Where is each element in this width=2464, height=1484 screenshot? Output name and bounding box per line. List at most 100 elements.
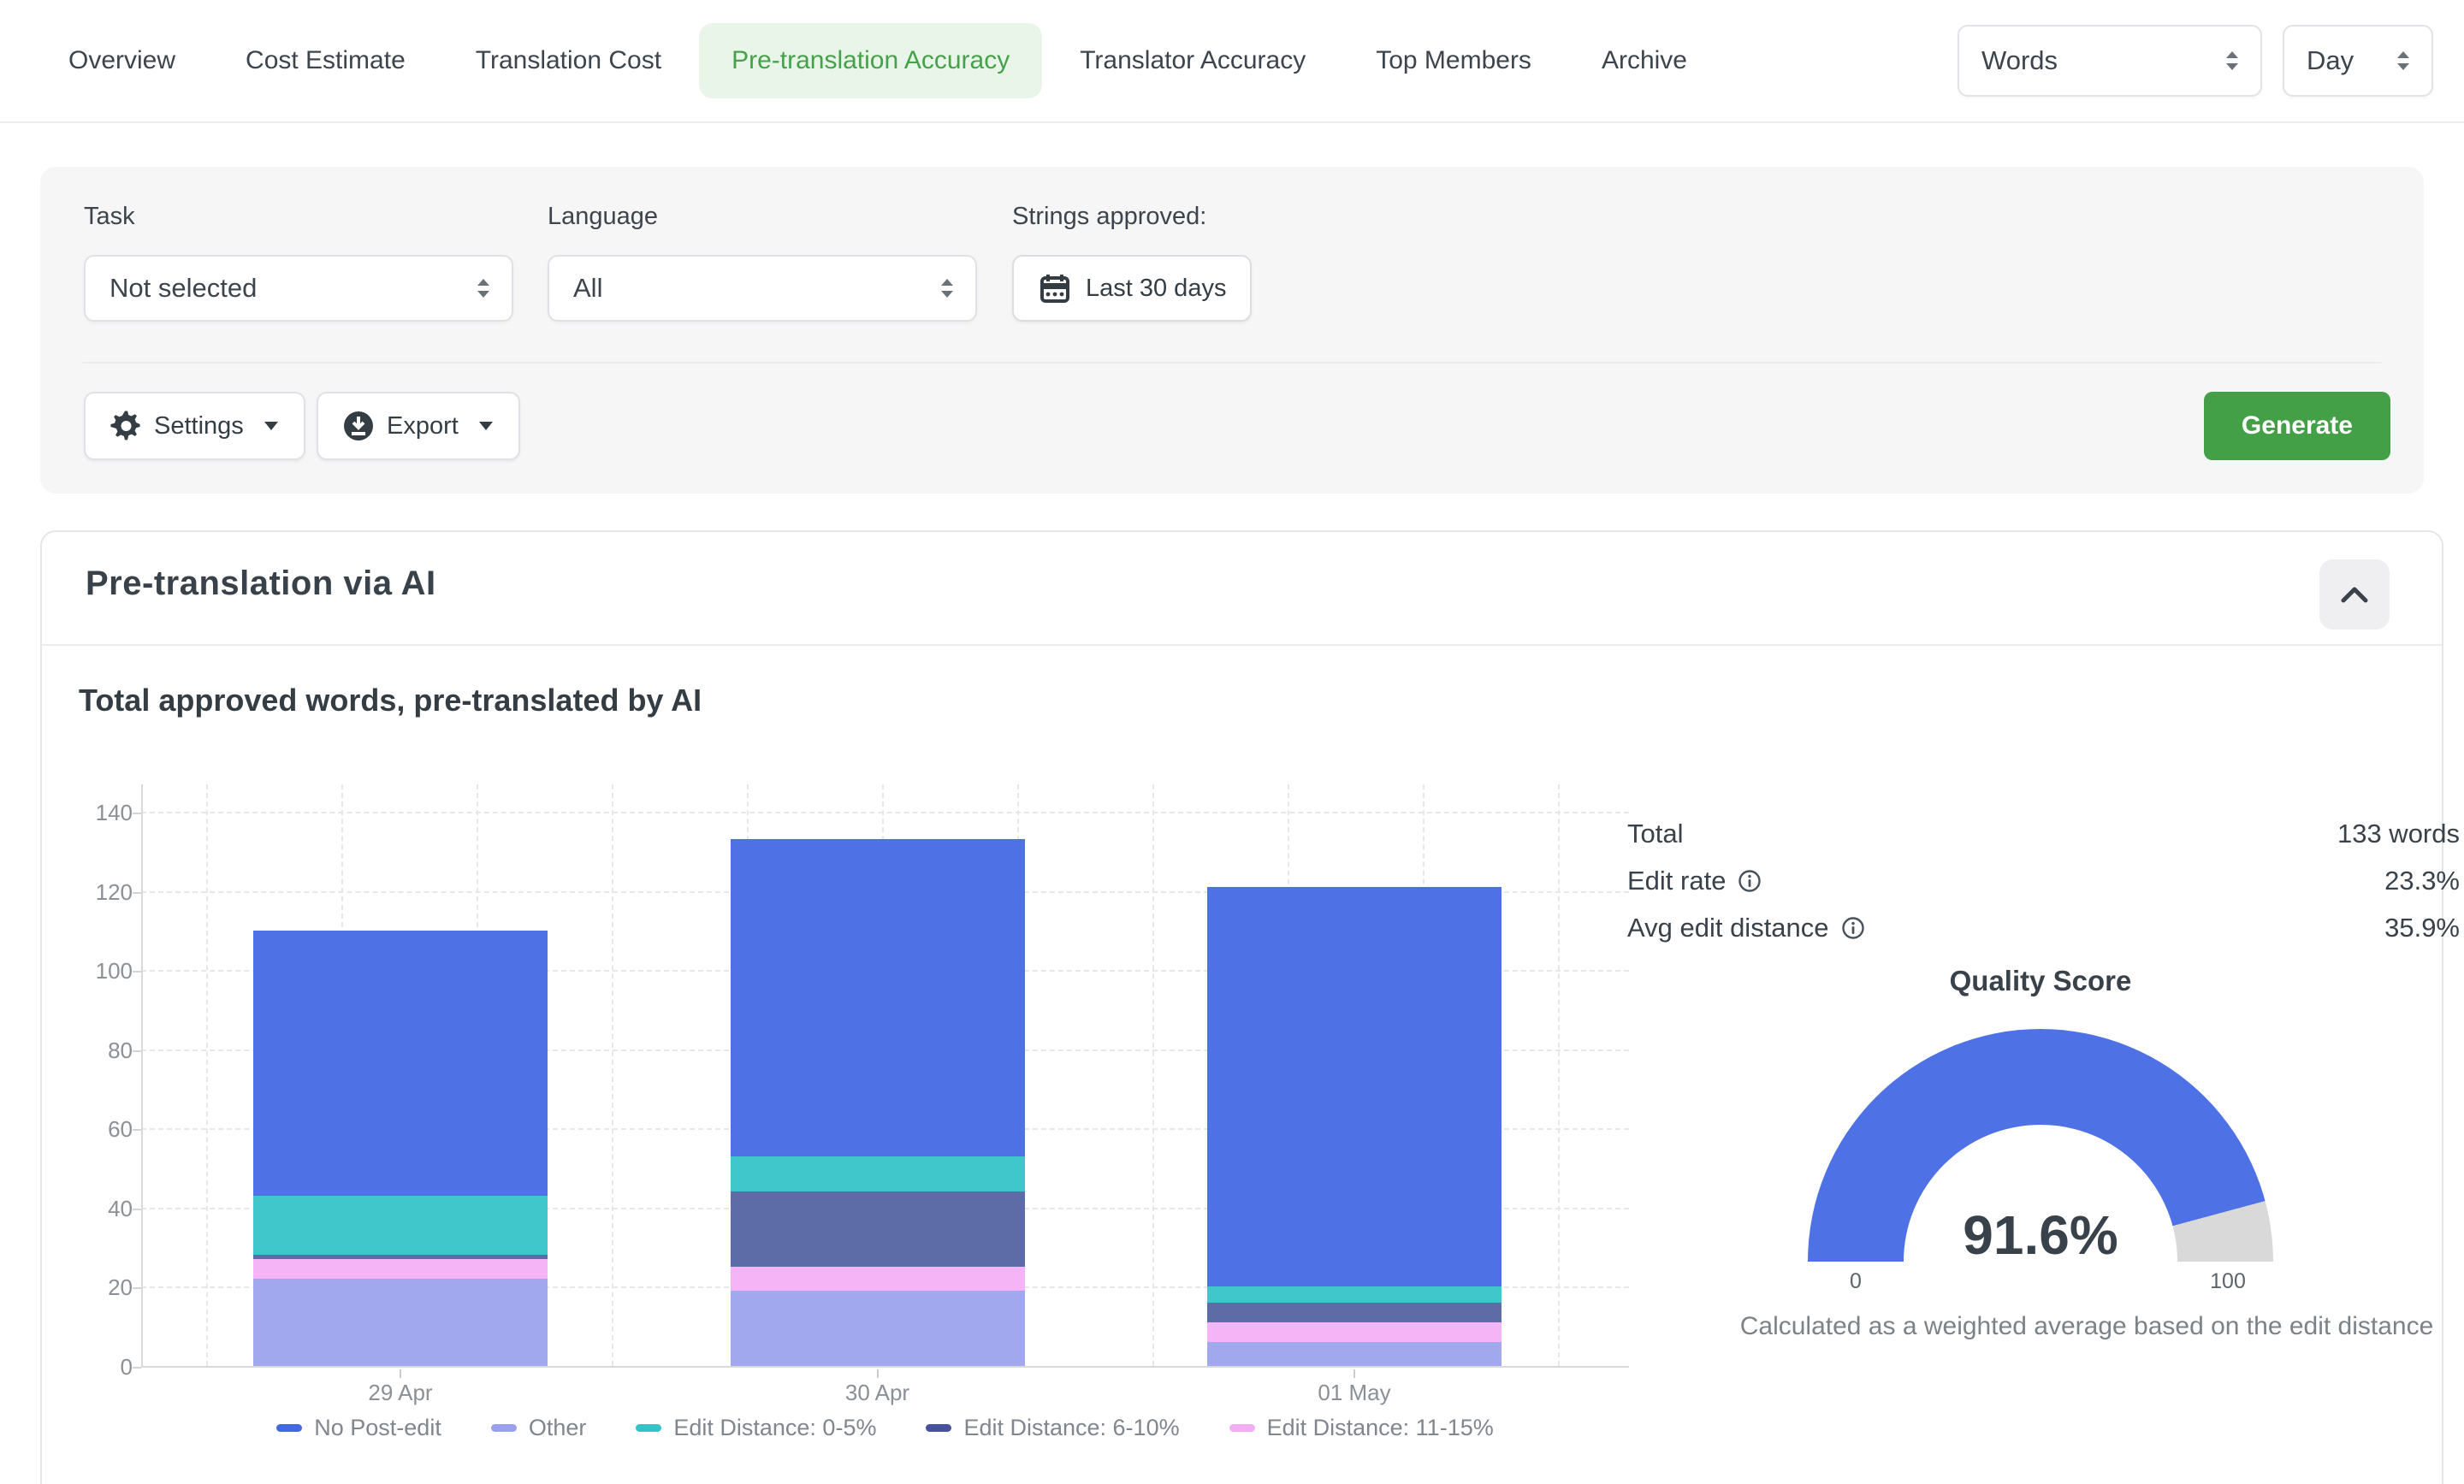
select-arrows-icon bbox=[2223, 48, 2242, 74]
chart-title: Total approved words, pre-translated by … bbox=[79, 683, 702, 718]
quality-score-title: Quality Score bbox=[1808, 965, 2273, 997]
x-axis-label: 01 May bbox=[1260, 1380, 1448, 1406]
x-axis-label: 29 Apr bbox=[306, 1380, 495, 1406]
report-tabs: Overview Cost Estimate Translation Cost … bbox=[0, 0, 2464, 123]
task-select-value: Not selected bbox=[110, 273, 257, 304]
tab-translator-accuracy[interactable]: Translator Accuracy bbox=[1080, 46, 1306, 75]
bar-segment[interactable] bbox=[1207, 887, 1502, 1286]
tab-top-members[interactable]: Top Members bbox=[1376, 46, 1531, 75]
filter-panel: Task Not selected Language All Strings a… bbox=[40, 167, 2424, 494]
bar-segment[interactable] bbox=[1207, 1286, 1502, 1303]
tab-overview[interactable]: Overview bbox=[68, 46, 175, 75]
date-range-button[interactable]: Last 30 days bbox=[1012, 255, 1252, 322]
bar-segment[interactable] bbox=[253, 1255, 548, 1259]
y-axis-tick bbox=[133, 892, 141, 894]
info-icon[interactable] bbox=[1738, 869, 1762, 893]
gridline-vertical bbox=[1152, 784, 1154, 1366]
y-axis-label: 0 bbox=[47, 1354, 133, 1381]
info-icon[interactable] bbox=[1841, 916, 1865, 940]
legend-item[interactable]: Edit Distance: 0-5% bbox=[636, 1415, 876, 1441]
collapse-section-button[interactable] bbox=[2319, 559, 2390, 630]
bar-segment[interactable] bbox=[1207, 1303, 1502, 1322]
language-select[interactable]: All bbox=[548, 255, 977, 322]
stat-edit-rate-value: 23.3% bbox=[2384, 866, 2460, 896]
unit-select[interactable]: Words bbox=[1958, 25, 2262, 97]
chart-plot-area bbox=[141, 784, 1629, 1368]
y-axis-tick bbox=[133, 1367, 141, 1369]
gridline-vertical bbox=[206, 784, 208, 1366]
settings-button-label: Settings bbox=[154, 412, 244, 440]
y-axis-tick bbox=[133, 813, 141, 814]
export-button[interactable]: Export bbox=[317, 392, 520, 460]
stat-total-value: 133 words bbox=[2337, 819, 2460, 849]
calendar-icon bbox=[1038, 271, 1072, 305]
legend-item[interactable]: Edit Distance: 11-15% bbox=[1229, 1415, 1494, 1441]
select-arrows-icon bbox=[2394, 48, 2413, 74]
bar-segment[interactable] bbox=[731, 1267, 1025, 1291]
gridline-horizontal bbox=[141, 812, 1629, 813]
chevron-down-icon bbox=[263, 420, 280, 432]
generate-button[interactable]: Generate bbox=[2204, 392, 2390, 460]
bar-segment[interactable] bbox=[731, 839, 1025, 1156]
select-arrows-icon bbox=[474, 275, 493, 301]
y-axis-label: 40 bbox=[47, 1196, 133, 1222]
y-axis-label: 60 bbox=[47, 1116, 133, 1143]
task-select[interactable]: Not selected bbox=[84, 255, 513, 322]
legend-marker-icon bbox=[636, 1424, 661, 1432]
nav-controls: Words Day bbox=[1958, 25, 2433, 97]
legend-marker-icon bbox=[926, 1424, 951, 1432]
y-axis-line bbox=[141, 784, 143, 1368]
tab-archive[interactable]: Archive bbox=[1602, 46, 1687, 75]
y-axis-label: 80 bbox=[47, 1038, 133, 1064]
y-axis-tick bbox=[133, 1209, 141, 1210]
legend-item[interactable]: No Post-edit bbox=[276, 1415, 441, 1441]
gridline-vertical bbox=[612, 784, 613, 1366]
panel-divider bbox=[83, 362, 2381, 364]
stat-row-total: Total 133 words bbox=[1627, 816, 2460, 852]
quality-score-gauge: 91.6% bbox=[1808, 1029, 2273, 1262]
legend-marker-icon bbox=[276, 1424, 302, 1432]
bar-segment[interactable] bbox=[731, 1191, 1025, 1267]
bar-segment[interactable] bbox=[253, 1196, 548, 1255]
select-arrows-icon bbox=[938, 275, 957, 301]
legend-label: No Post-edit bbox=[314, 1415, 441, 1441]
legend-item[interactable]: Other bbox=[491, 1415, 587, 1441]
x-axis-tick bbox=[877, 1369, 879, 1378]
export-button-label: Export bbox=[387, 412, 459, 440]
report-card: Pre-translation via AI Total approved wo… bbox=[40, 530, 2443, 1484]
y-axis-label: 100 bbox=[47, 958, 133, 984]
period-select[interactable]: Day bbox=[2283, 25, 2433, 97]
legend-item[interactable]: Edit Distance: 6-10% bbox=[926, 1415, 1179, 1441]
tab-cost-estimate[interactable]: Cost Estimate bbox=[246, 46, 406, 75]
y-axis-tick bbox=[133, 1129, 141, 1131]
x-axis-tick bbox=[400, 1369, 401, 1378]
unit-select-value: Words bbox=[1981, 45, 2058, 76]
task-label: Task bbox=[84, 203, 135, 231]
x-axis-tick bbox=[1353, 1369, 1355, 1378]
bar-segment[interactable] bbox=[1207, 1342, 1502, 1366]
tab-pre-translation-accuracy[interactable]: Pre-translation Accuracy bbox=[699, 23, 1042, 98]
y-axis-label: 20 bbox=[47, 1274, 133, 1301]
language-label: Language bbox=[548, 203, 658, 231]
period-select-value: Day bbox=[2307, 45, 2354, 76]
bar-segment[interactable] bbox=[253, 1259, 548, 1279]
bar-segment[interactable] bbox=[731, 1156, 1025, 1192]
bar-segment[interactable] bbox=[253, 931, 548, 1196]
settings-button[interactable]: Settings bbox=[84, 392, 305, 460]
bar-segment[interactable] bbox=[731, 1291, 1025, 1366]
bar-segment[interactable] bbox=[1207, 1322, 1502, 1342]
date-range-value: Last 30 days bbox=[1086, 275, 1226, 303]
stat-avg-edit-distance-label: Avg edit distance bbox=[1627, 913, 1829, 943]
gridline-vertical bbox=[1558, 784, 1560, 1366]
bar-segment[interactable] bbox=[253, 1279, 548, 1366]
stat-row-avg-edit-distance: Avg edit distance 35.9% bbox=[1627, 910, 2460, 946]
gauge-caption: Calculated as a weighted average based o… bbox=[1659, 1312, 2464, 1341]
stat-avg-edit-distance-value: 35.9% bbox=[2384, 913, 2460, 943]
language-select-value: All bbox=[573, 273, 602, 304]
y-axis-tick bbox=[133, 1050, 141, 1052]
tab-translation-cost[interactable]: Translation Cost bbox=[476, 46, 661, 75]
stat-edit-rate-label: Edit rate bbox=[1627, 866, 1726, 896]
stat-total-label: Total bbox=[1627, 819, 1683, 849]
legend-label: Edit Distance: 0-5% bbox=[673, 1415, 876, 1441]
gauge-max-label: 100 bbox=[2181, 1269, 2275, 1294]
